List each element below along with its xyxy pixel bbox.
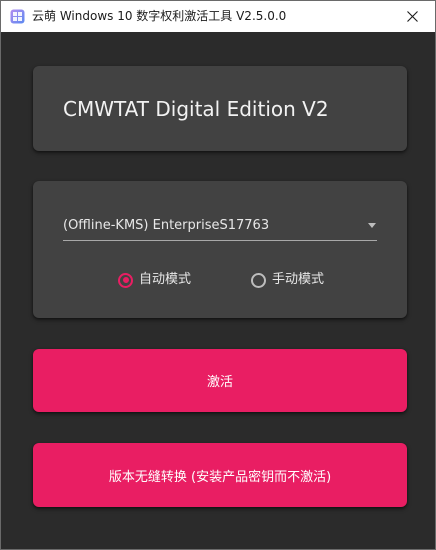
auto-mode-radio[interactable]: 自动模式 [118, 271, 191, 289]
radio-checked-icon [118, 272, 133, 288]
close-icon [406, 7, 418, 26]
title-bar: 云萌 Windows 10 数字权利激活工具 V2.5.0.0 [1, 1, 435, 32]
manual-mode-radio[interactable]: 手动模式 [251, 271, 324, 289]
options-card: (Offline-KMS) EnterpriseS17763 自动模式 手动模式 [33, 181, 407, 318]
radio-unchecked-icon [251, 272, 266, 288]
auto-mode-label: 自动模式 [139, 272, 192, 287]
main-content: CMWTAT Digital Edition V2 (Offline-KMS) … [1, 32, 435, 549]
window-title: 云萌 Windows 10 数字权利激活工具 V2.5.0.0 [32, 9, 287, 23]
activate-button[interactable]: 激活 [33, 349, 407, 412]
page-title: CMWTAT Digital Edition V2 [63, 97, 329, 121]
dropdown-arrow-icon [368, 223, 376, 228]
app-window: 云萌 Windows 10 数字权利激活工具 V2.5.0.0 CMWTAT D… [0, 0, 436, 550]
edition-select[interactable]: (Offline-KMS) EnterpriseS17763 [63, 213, 377, 241]
edition-select-value: (Offline-KMS) EnterpriseS17763 [63, 218, 270, 233]
convert-edition-button[interactable]: 版本无缝转换 (安装产品密钥而不激活) [33, 443, 407, 507]
close-button[interactable] [389, 1, 435, 32]
app-icon [10, 9, 25, 24]
manual-mode-label: 手动模式 [272, 272, 325, 287]
title-card: CMWTAT Digital Edition V2 [33, 66, 407, 151]
